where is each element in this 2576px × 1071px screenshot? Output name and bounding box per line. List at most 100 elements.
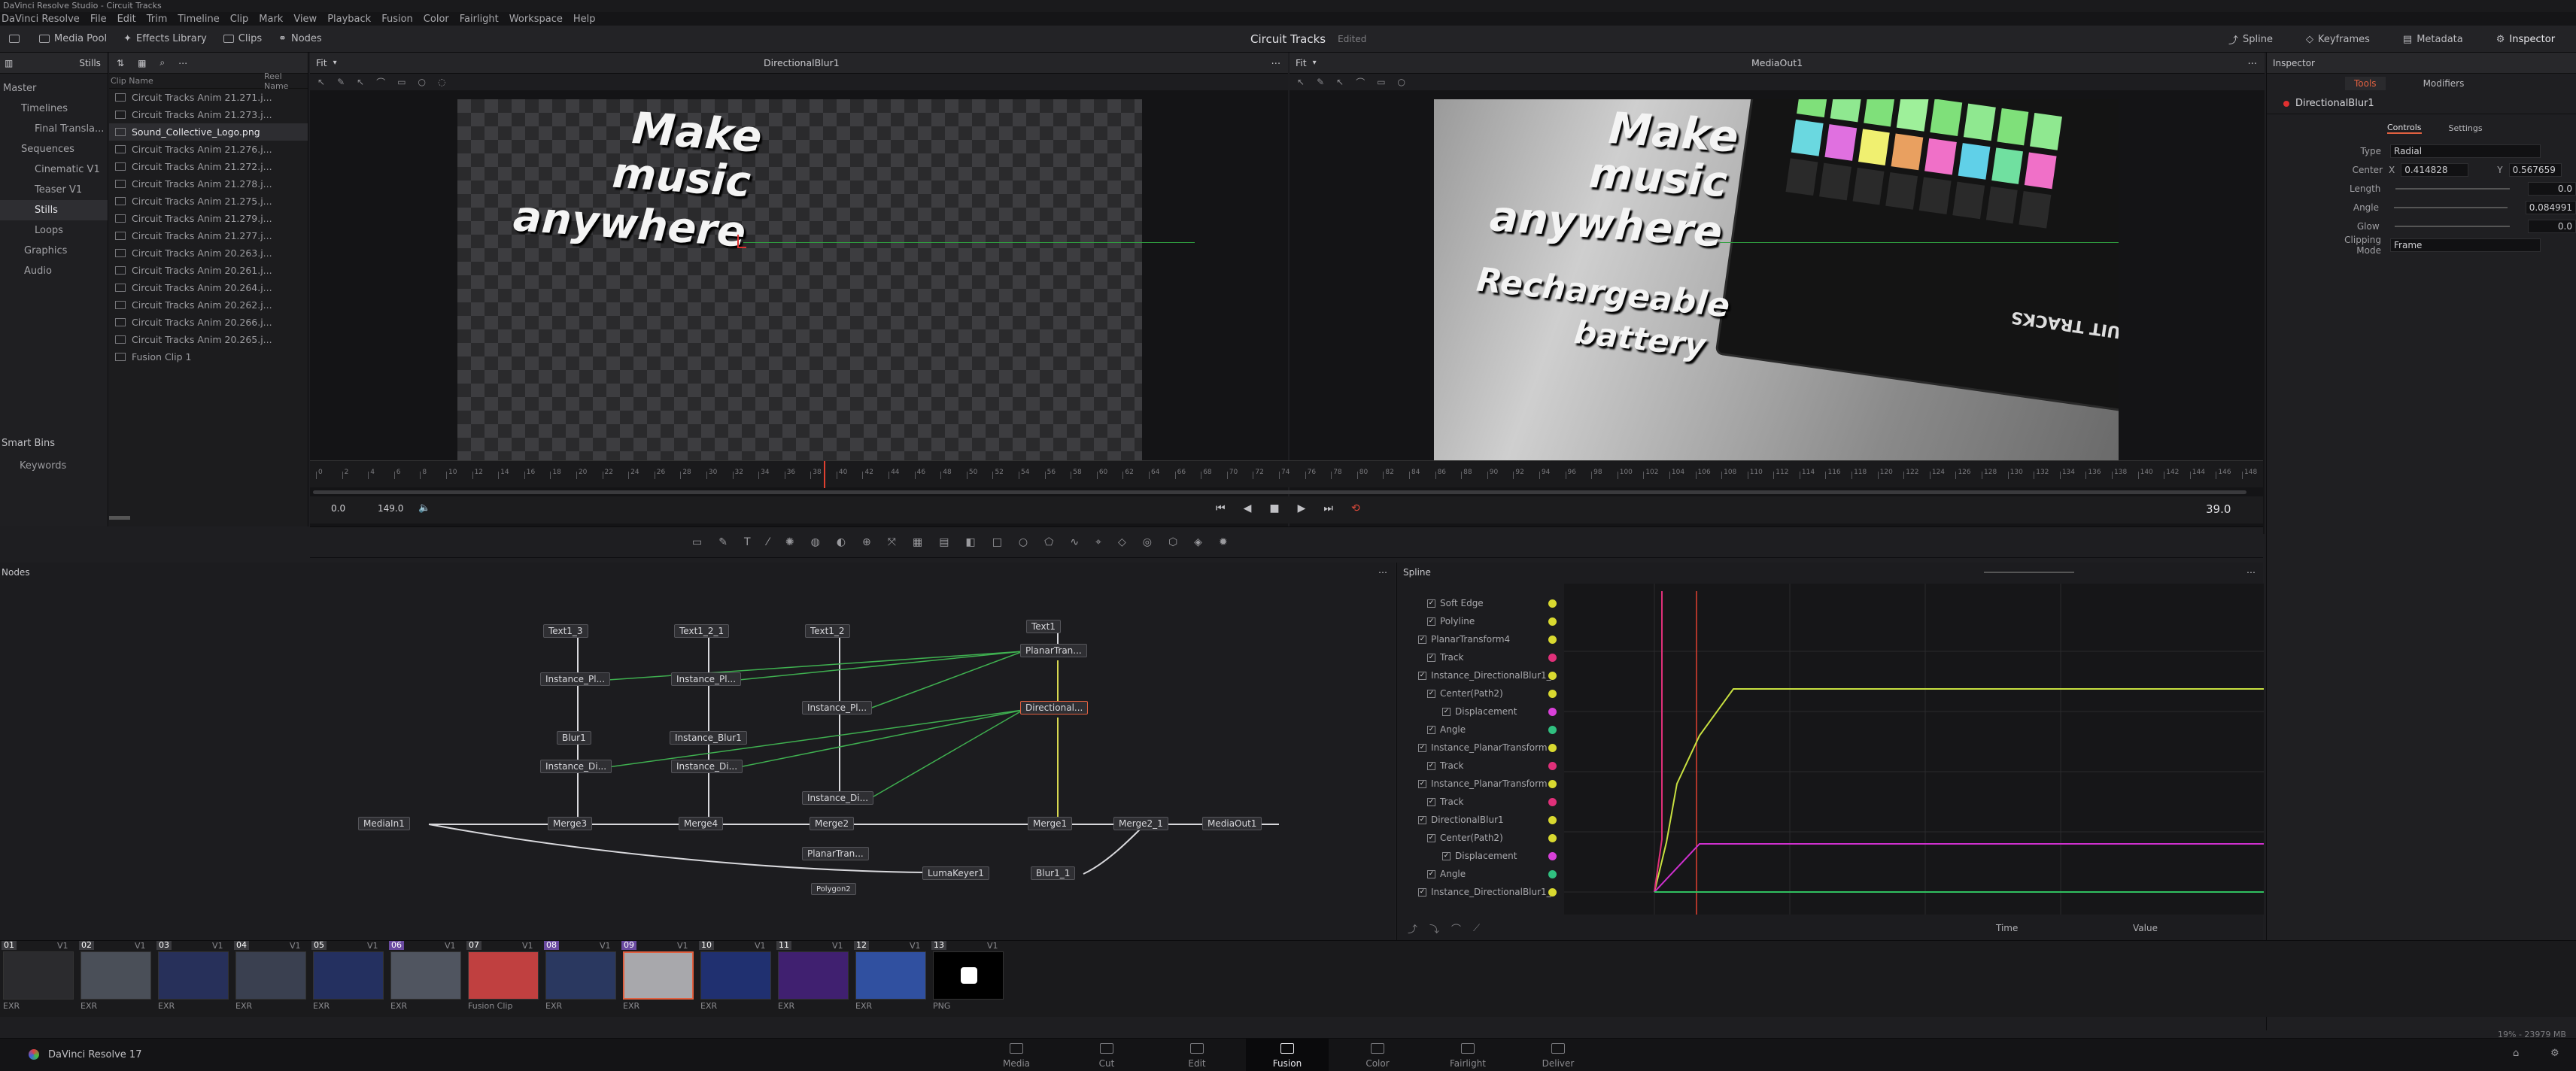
light-icon[interactable]: ✹ (1219, 536, 1228, 548)
spline-checkbox[interactable]: ✓ (1427, 869, 1435, 878)
spline-checkbox[interactable]: ✓ (1427, 653, 1435, 662)
menu-item[interactable]: Mark (259, 14, 283, 25)
spline-checkbox[interactable]: ✓ (1427, 725, 1435, 734)
clip-row[interactable]: Circuit Tracks Anim 20.262.j... (109, 296, 308, 314)
ruler-scrollbar[interactable] (313, 490, 2246, 494)
bin-loops[interactable]: Loops (0, 220, 108, 241)
blur-tool-icon[interactable]: ◍ (811, 536, 820, 548)
value-dropdown[interactable]: Value (2133, 923, 2158, 933)
spline-checkbox[interactable]: ✓ (1418, 815, 1426, 824)
shape3d-icon[interactable]: ⬡ (1168, 536, 1177, 548)
spline-item[interactable]: ✓ Track (1397, 793, 1563, 811)
clip-row[interactable]: Circuit Tracks Anim 21.277.j... (109, 227, 308, 244)
node-instance-directional-b[interactable]: Instance_Di... (671, 760, 743, 773)
page-tab-fusion[interactable]: Fusion (1246, 1039, 1329, 1071)
node-blur1-1[interactable]: Blur1_1 (1031, 866, 1076, 880)
clip-row[interactable]: Circuit Tracks Anim 21.278.j... (109, 175, 308, 193)
menu-item[interactable]: Fairlight (460, 14, 499, 25)
zoom-fit-dropdown[interactable]: Fit (316, 57, 327, 68)
view-icon[interactable]: ▦ (138, 58, 146, 68)
spline-checkbox[interactable]: ✓ (1427, 689, 1435, 698)
bin-final-translation[interactable]: Final Transla... (0, 119, 108, 139)
menu-item[interactable]: Fusion (381, 14, 413, 25)
bin-sequences[interactable]: Sequences (0, 139, 108, 159)
clip-row[interactable]: Circuit Tracks Anim 21.272.j... (109, 158, 308, 175)
clip-row[interactable]: Circuit Tracks Anim 21.273.j... (109, 106, 308, 123)
node-instance-planar-b[interactable]: Instance_Pl... (671, 672, 742, 686)
node-merge2[interactable]: Merge2 (810, 817, 855, 830)
clipping-dropdown[interactable]: Frame (2390, 238, 2541, 252)
stop-icon[interactable]: ■ (1269, 502, 1279, 514)
spline-checkbox[interactable]: ✓ (1418, 887, 1426, 897)
length-field[interactable]: 0.0 (2528, 181, 2576, 196)
node-instance-planar-c[interactable]: Instance_Pl... (802, 701, 873, 715)
effects-library-button[interactable]: ✦ Effects Library (123, 33, 207, 44)
time-dropdown[interactable]: Time (1996, 923, 2018, 933)
spline-checkbox[interactable]: ✓ (1418, 671, 1426, 680)
background-tool-icon[interactable]: ▭ (692, 536, 702, 548)
spline-checkbox[interactable]: ✓ (1427, 599, 1435, 608)
spline-item[interactable]: ✓ Instance_DirectionalBlur1_ (1397, 883, 1563, 901)
renderer3d-icon[interactable]: ◈ (1194, 536, 1202, 548)
col-clip-name[interactable]: Clip Name (111, 76, 264, 86)
node-lumakeyer[interactable]: LumaKeyer1 (922, 866, 989, 880)
spline-checkbox[interactable]: ✓ (1418, 743, 1426, 752)
node-text1-2[interactable]: Text1_2 (805, 624, 850, 638)
col-reel-name[interactable]: Reel Name (264, 71, 308, 91)
planar-tracker-icon[interactable]: ◇ (1118, 536, 1126, 548)
spline-item[interactable]: ✓ Angle (1397, 865, 1563, 883)
mask-tool-icon[interactable]: ◌ (438, 77, 445, 87)
metadata-button[interactable]: ▤ Metadata (2403, 34, 2463, 45)
pointer-tool-icon[interactable]: ↖ (1297, 77, 1305, 87)
node-text1-3[interactable]: Text1_3 (543, 624, 588, 638)
current-time-field[interactable]: 39.0 (2206, 502, 2231, 516)
play-icon[interactable]: ▶ (1298, 502, 1306, 514)
clip-thumbnail[interactable]: 12 V1 EXR (854, 941, 929, 1016)
page-tab-cut[interactable]: Cut (1065, 1039, 1148, 1071)
node-text1[interactable]: Text1 (1026, 620, 1061, 633)
center-handle-icon[interactable] (737, 235, 746, 248)
settings-gear-icon[interactable]: ⚙ (2550, 1048, 2559, 1059)
spline-tool-icon[interactable]: ⤵ (1429, 921, 1439, 936)
spline-checkbox[interactable]: ✓ (1427, 617, 1435, 626)
clip-thumbnail[interactable]: 02 V1 EXR (79, 941, 154, 1016)
bin-master[interactable]: Master (0, 78, 108, 99)
menu-item[interactable]: DaVinci Resolve (2, 14, 80, 25)
node-instance-directional-a[interactable]: Instance_Di... (540, 760, 612, 773)
node-merge4[interactable]: Merge4 (679, 817, 724, 830)
center-x-field[interactable]: 0.414828 (2401, 162, 2469, 177)
spline-options-icon[interactable]: ⋯ (2246, 567, 2256, 578)
tab-modifiers[interactable]: Modifiers (2423, 78, 2465, 89)
spline-item[interactable]: ✓ Polyline (1397, 612, 1563, 630)
spline-zoom-slider[interactable] (1984, 572, 2074, 573)
node-instance-directional-c[interactable]: Instance_Di... (802, 791, 874, 805)
spline-button[interactable]: ⤴ Spline (2228, 32, 2273, 47)
node-instance-planar-a[interactable]: Instance_Pl... (540, 672, 611, 686)
spline-item[interactable]: ✓ Track (1397, 648, 1563, 666)
spline-item[interactable]: ✓ Angle (1397, 721, 1563, 739)
node-polygon2[interactable]: Polygon2 (811, 883, 856, 895)
clip-row[interactable]: Circuit Tracks Anim 21.276.j... (109, 141, 308, 158)
bin-graphics[interactable]: Graphics (0, 241, 108, 261)
viewer-options-icon[interactable]: ⋯ (2248, 57, 2258, 68)
sidebar-toggle-icon[interactable] (9, 35, 20, 43)
rect-tool-icon[interactable]: ▭ (1377, 77, 1385, 87)
clip-thumbnail[interactable]: 09 V1 EXR (621, 941, 697, 1016)
particle-tool-icon[interactable]: ✺ (785, 536, 794, 548)
viewer-options-icon[interactable]: ⋯ (1271, 57, 1281, 68)
select-tool-icon[interactable]: ↖ (1336, 77, 1344, 87)
circle-tool-icon[interactable]: ○ (1398, 77, 1405, 87)
bezier-tool-icon[interactable]: ⌒ (1356, 76, 1365, 89)
clip-row[interactable]: Circuit Tracks Anim 20.266.j... (109, 314, 308, 331)
spline-checkbox[interactable]: ✓ (1418, 635, 1426, 644)
go-to-start-icon[interactable]: ⏮ (1216, 502, 1226, 514)
transform-tool-icon[interactable]: ⤧ (888, 536, 896, 548)
angle-dial[interactable] (2394, 206, 2508, 208)
clip-thumbnail[interactable]: 01 V1 EXR (2, 941, 77, 1016)
chevron-down-icon[interactable]: ▾ (333, 59, 337, 67)
menu-item[interactable]: File (90, 14, 107, 25)
bspline-mask-icon[interactable]: ∿ (1070, 536, 1079, 548)
spline-checkbox[interactable]: ✓ (1442, 851, 1451, 860)
node-planar-transform-b[interactable]: PlanarTran... (802, 847, 869, 860)
chevron-down-icon[interactable]: ▾ (1313, 59, 1317, 67)
